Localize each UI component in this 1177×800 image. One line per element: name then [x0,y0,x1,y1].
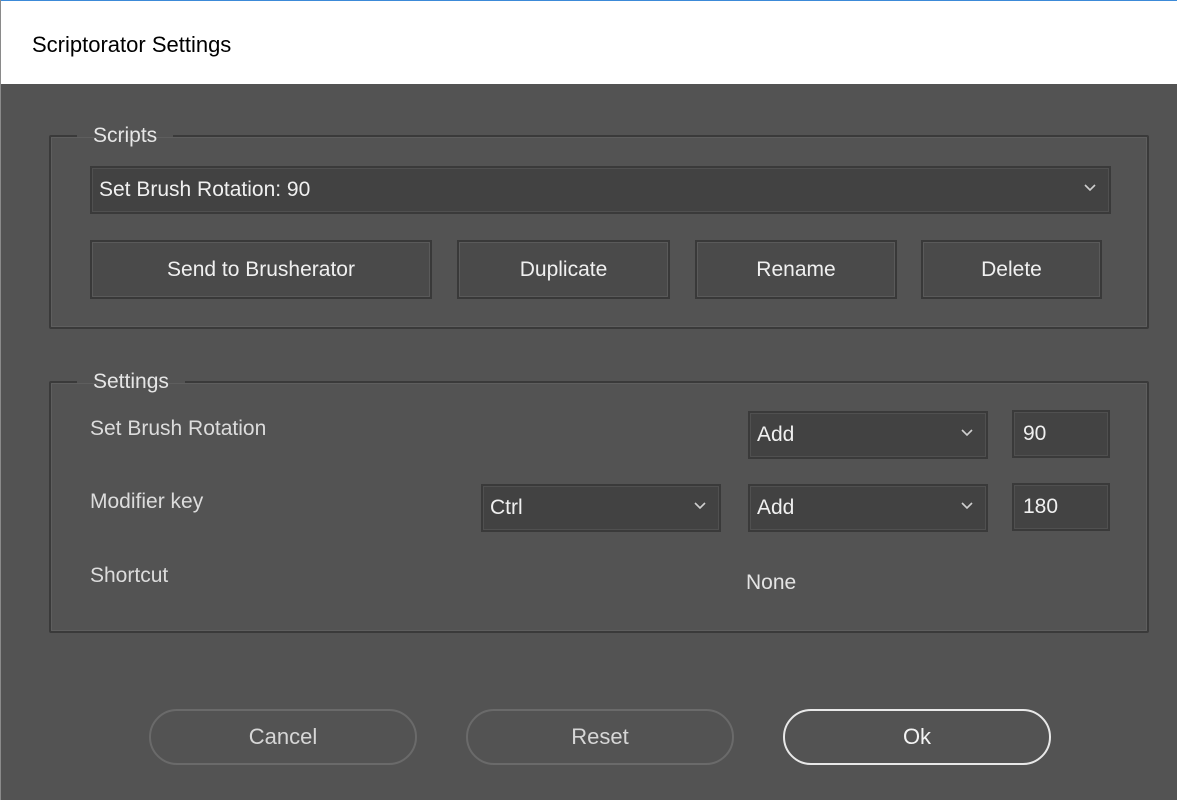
settings-dialog: Scriptorator Settings Scripts Set Brush … [0,0,1177,800]
rotation-label: Set Brush Rotation [90,417,267,440]
modifier-key-select[interactable]: Ctrl [481,484,721,532]
modifier-label: Modifier key [90,490,204,513]
chevron-down-icon [961,502,973,510]
rotation-value-input[interactable]: 90 [1012,410,1110,458]
modifier-mode-value: Add [757,496,795,519]
modifier-value: 180 [1023,495,1059,518]
modifier-key-value: Ctrl [490,496,523,519]
rotation-value: 90 [1023,422,1047,445]
chevron-down-icon [1084,184,1096,192]
title-bar[interactable]: Scriptorator Settings [1,0,1177,84]
rotation-mode-value: Add [757,423,795,446]
ok-button[interactable]: Ok [783,709,1051,765]
shortcut-value[interactable]: None [746,571,796,595]
chevron-down-icon [961,429,973,437]
delete-button[interactable]: Delete [921,240,1102,299]
chevron-down-icon [694,502,706,510]
modifier-value-input[interactable]: 180 [1012,483,1110,531]
script-select[interactable]: Set Brush Rotation: 90 [90,166,1111,214]
rotation-mode-select[interactable]: Add [748,411,988,459]
reset-button[interactable]: Reset [466,709,734,765]
duplicate-button[interactable]: Duplicate [457,240,670,299]
modifier-mode-select[interactable]: Add [748,484,988,532]
scripts-legend: Scripts [93,124,158,147]
script-select-value: Set Brush Rotation: 90 [99,178,311,201]
window-title: Scriptorator Settings [32,32,232,57]
cancel-button[interactable]: Cancel [149,709,417,765]
settings-legend: Settings [93,370,169,393]
rename-button[interactable]: Rename [695,240,897,299]
send-to-brusherator-button[interactable]: Send to Brusherator [90,240,432,299]
shortcut-label: Shortcut [90,564,169,587]
